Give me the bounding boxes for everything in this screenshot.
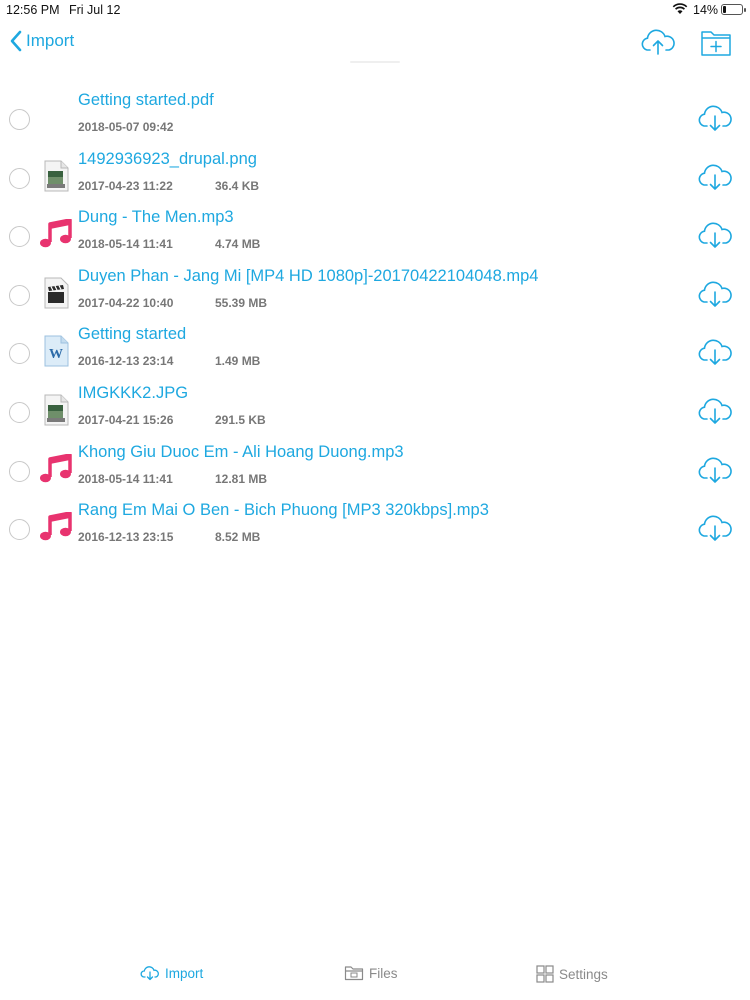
file-size: 55.39 MB — [215, 295, 268, 310]
select-circle[interactable] — [9, 109, 30, 130]
select-circle[interactable] — [9, 343, 30, 365]
status-time: 12:56 PM — [6, 3, 60, 17]
file-row[interactable]: Rang Em Mai O Ben - Bich Phuong [MP3 320… — [0, 498, 750, 557]
tab-files-label: Files — [369, 965, 398, 981]
back-button-label: Import — [26, 31, 75, 50]
file-date: 2018-05-07 09:42 — [78, 120, 174, 134]
file-row[interactable]: 1492936923_drupal.png 2017-04-23 11:22 36.… — [0, 147, 750, 206]
file-name: Khong Giu Duoc Em - Ali Hoang Duong.mp3 — [78, 442, 404, 461]
select-circle[interactable] — [9, 226, 30, 248]
file-list: Getting started.pdf 2018-05-07 09:42 14929… — [0, 88, 750, 557]
image-file-icon — [38, 392, 74, 428]
music-note-icon — [38, 216, 74, 252]
file-row[interactable]: IMGKKK2.JPG 2017-04-21 15:26 291.5 KB — [0, 381, 750, 440]
cloud-download-icon — [140, 966, 159, 981]
file-date: 2017-04-21 15:26 — [78, 412, 174, 427]
file-name: Duyen Phan - Jang Mi [MP4 HD 1080p]-2017… — [78, 266, 539, 285]
cloud-download-icon[interactable] — [697, 336, 733, 368]
nav-bar: Import — [0, 22, 750, 66]
file-date: 2018-05-14 11:41 — [78, 237, 173, 252]
select-circle[interactable] — [9, 401, 30, 423]
tab-import[interactable]: Import — [140, 965, 203, 981]
tab-settings-label: Settings — [559, 966, 608, 982]
drag-handle — [350, 61, 400, 63]
file-row[interactable]: Khong Giu Duoc Em - Ali Hoang Duong.mp3 2… — [0, 440, 750, 499]
file-name: Getting started — [78, 325, 187, 344]
battery-icon — [721, 4, 746, 15]
grid-icon — [536, 965, 554, 983]
file-size: 291.5 KB — [215, 412, 266, 427]
file-row[interactable]: W Getting started 2016-12-13 23:14 1.49 MB — [0, 322, 750, 381]
cloud-download-icon[interactable] — [697, 102, 733, 134]
wifi-icon — [672, 3, 688, 14]
cloud-download-icon[interactable] — [697, 219, 733, 251]
cloud-download-icon[interactable] — [697, 278, 733, 310]
tab-settings[interactable]: Settings — [536, 965, 608, 983]
file-name: Getting started.pdf — [78, 91, 214, 109]
cloud-upload-icon[interactable] — [640, 26, 676, 58]
video-clapper-icon — [38, 275, 74, 311]
battery-percent: 14% — [693, 3, 719, 17]
file-date: 2017-04-22 10:40 — [78, 295, 174, 310]
file-size: 4.74 MB — [215, 237, 261, 252]
word-document-icon: W — [38, 333, 74, 369]
chevron-left-icon — [10, 30, 22, 52]
file-date: 2017-04-23 11:22 — [78, 178, 173, 193]
select-circle[interactable] — [9, 284, 30, 306]
file-date: 2018-05-14 11:41 — [78, 471, 173, 486]
folder-icon — [344, 966, 364, 981]
svg-text:W: W — [49, 347, 63, 362]
status-bar: 12:56 PM Fri Jul 12 14% — [0, 0, 750, 22]
cloud-download-icon[interactable] — [697, 512, 733, 544]
music-note-icon — [38, 451, 74, 487]
select-circle[interactable] — [9, 460, 30, 482]
file-size: 1.49 MB — [215, 354, 261, 369]
file-name: IMGKKK2.JPG — [78, 383, 189, 402]
file-row[interactable]: Duyen Phan - Jang Mi [MP4 HD 1080p]-2017… — [0, 264, 750, 323]
select-circle[interactable] — [9, 167, 30, 189]
tab-files[interactable]: Files — [344, 965, 398, 981]
cloud-download-icon[interactable] — [697, 161, 733, 193]
file-size: 12.81 MB — [215, 471, 268, 486]
tab-import-label: Import — [165, 965, 204, 981]
file-date: 2016-12-13 23:14 — [78, 354, 174, 369]
image-file-icon — [38, 158, 74, 194]
file-name: Dung - The Men.mp3 — [78, 208, 234, 227]
file-row[interactable]: Getting started.pdf 2018-05-07 09:42 — [0, 88, 750, 147]
status-date: Fri Jul 12 — [69, 3, 121, 17]
file-name: Rang Em Mai O Ben - Bich Phuong [MP3 320… — [78, 501, 489, 520]
file-size: 8.52 MB — [215, 530, 261, 545]
file-name: 1492936923_drupal.png — [78, 149, 257, 168]
select-circle[interactable] — [9, 519, 30, 541]
file-size: 36.4 KB — [215, 178, 260, 193]
music-note-icon — [38, 509, 74, 545]
back-button[interactable]: Import — [10, 30, 74, 52]
cloud-download-icon[interactable] — [697, 454, 733, 486]
file-date: 2016-12-13 23:15 — [78, 530, 174, 545]
new-folder-icon[interactable] — [700, 28, 732, 58]
tab-bar: Import Files Settings — [0, 950, 750, 1000]
file-row[interactable]: Dung - The Men.mp3 2018-05-14 11:41 4.74 M… — [0, 205, 750, 264]
cloud-download-icon[interactable] — [697, 395, 733, 427]
